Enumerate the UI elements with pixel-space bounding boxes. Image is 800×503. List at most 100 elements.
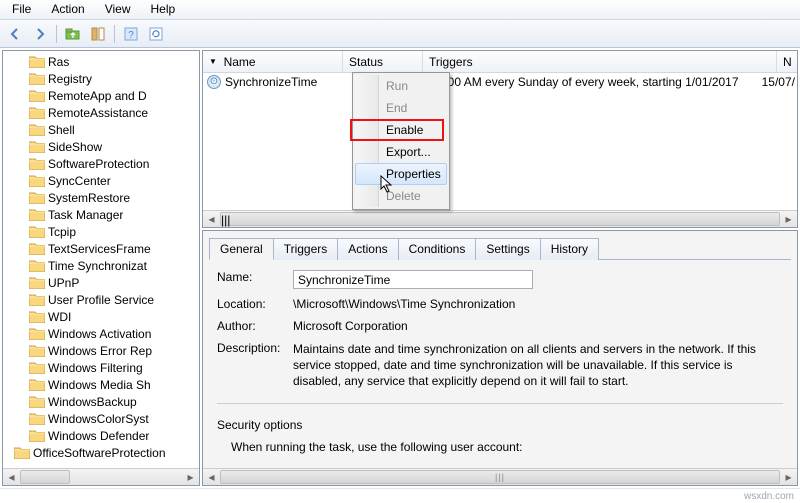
context-menu-run[interactable]: Run	[355, 75, 447, 97]
value-author: Microsoft Corporation	[293, 319, 783, 333]
menu-view[interactable]: View	[97, 1, 139, 18]
scrollbar-thumb[interactable]: |||	[220, 212, 780, 226]
tree-item-label: TextServicesFrame	[48, 242, 151, 256]
tree-item-label: User Profile Service	[48, 293, 154, 307]
scroll-grip-icon: |||	[221, 213, 779, 227]
tree-item[interactable]: Tcpip	[3, 223, 199, 240]
show-hide-tree-button[interactable]	[87, 23, 109, 45]
tree-item[interactable]: User Profile Service	[3, 291, 199, 308]
folder-icon	[29, 293, 45, 306]
up-folder-button[interactable]	[62, 23, 84, 45]
tab-history[interactable]: History	[540, 238, 599, 260]
tab-actions[interactable]: Actions	[337, 238, 398, 260]
tree-item[interactable]: RemoteApp and D	[3, 87, 199, 104]
tab-settings[interactable]: Settings	[475, 238, 540, 260]
tree-item[interactable]: Time Synchronizat	[3, 257, 199, 274]
tree-item-label: WindowsBackup	[48, 395, 137, 409]
menu-help[interactable]: Help	[143, 1, 184, 18]
column-n[interactable]: N	[777, 51, 797, 72]
scroll-right-icon[interactable]: ▸	[780, 211, 797, 227]
context-menu-end[interactable]: End	[355, 97, 447, 119]
tree-item[interactable]: WDI	[3, 308, 199, 325]
tree-item[interactable]: Ras	[3, 53, 199, 70]
menu-action[interactable]: Action	[43, 1, 92, 18]
label-name: Name:	[217, 270, 293, 284]
context-menu-enable[interactable]: Enable	[355, 119, 447, 141]
task-trigger: At 1:00 AM every Sunday of every week, s…	[423, 75, 755, 89]
task-detail-panel: General Triggers Actions Conditions Sett…	[202, 230, 798, 486]
context-menu-export[interactable]: Export...	[355, 141, 447, 163]
forward-button[interactable]	[29, 23, 51, 45]
scrollbar-thumb[interactable]	[20, 470, 70, 484]
tree-item[interactable]: SystemRestore	[3, 189, 199, 206]
tree-item-label: Windows Error Rep	[48, 344, 152, 358]
tree-item[interactable]: Task Manager	[3, 206, 199, 223]
folder-icon	[29, 72, 45, 85]
folder-icon	[29, 310, 45, 323]
folder-icon	[29, 123, 45, 136]
folder-icon	[29, 106, 45, 119]
column-triggers[interactable]: Triggers	[423, 51, 777, 72]
context-menu-properties[interactable]: Properties	[355, 163, 447, 185]
back-button[interactable]	[4, 23, 26, 45]
tree-item[interactable]: Windows Filtering	[3, 359, 199, 376]
task-name: SynchronizeTime	[225, 75, 343, 89]
folder-icon	[29, 378, 45, 391]
tree-item-label: WindowsColorSyst	[48, 412, 149, 426]
tree-item-label: Windows Defender	[48, 429, 149, 443]
folder-icon	[14, 446, 30, 459]
task-column-header: ▼ Name Status Triggers N	[203, 51, 797, 73]
tree-item-label: Tcpip	[48, 225, 76, 239]
tree-item-label: Shell	[48, 123, 75, 137]
scroll-left-icon[interactable]: ◂	[3, 469, 20, 485]
svg-text:?: ?	[128, 30, 134, 41]
tree-item[interactable]: SoftwareProtection	[3, 155, 199, 172]
tree-item[interactable]: Windows Defender	[3, 427, 199, 444]
toolbar-separator	[56, 25, 57, 43]
tree-item[interactable]: SyncCenter	[3, 172, 199, 189]
tree-item[interactable]: Windows Error Rep	[3, 342, 199, 359]
scroll-grip-icon: |||	[495, 472, 505, 482]
field-name[interactable]	[293, 270, 533, 289]
tree-item-label: Windows Media Sh	[48, 378, 151, 392]
tree-item[interactable]: Windows Media Sh	[3, 376, 199, 393]
tree-horizontal-scrollbar[interactable]: ◂ ▸	[3, 468, 199, 485]
column-name[interactable]: ▼ Name	[203, 51, 343, 72]
task-row[interactable]: ⊙ SynchronizeTime At 1:00 AM every Sunda…	[203, 73, 797, 91]
detail-horizontal-scrollbar[interactable]: ◂ ||| ▸	[203, 468, 797, 485]
tree-item[interactable]: RemoteAssistance	[3, 104, 199, 121]
refresh-button[interactable]	[145, 23, 167, 45]
tree-item[interactable]: WindowsColorSyst	[3, 410, 199, 427]
task-state-icon: ⊙	[207, 75, 221, 89]
tab-general[interactable]: General	[209, 238, 274, 260]
tree-item[interactable]: OfficeSoftwareProtection	[3, 444, 199, 461]
folder-icon	[29, 89, 45, 102]
tree-item[interactable]: Registry	[3, 70, 199, 87]
tree-item[interactable]: TextServicesFrame	[3, 240, 199, 257]
help-button[interactable]: ?	[120, 23, 142, 45]
tree-item[interactable]: WindowsBackup	[3, 393, 199, 410]
tree-item-label: Time Synchronizat	[48, 259, 147, 273]
security-running-user-label: When running the task, use the following…	[231, 440, 783, 454]
menu-file[interactable]: File	[4, 1, 39, 18]
scroll-right-icon[interactable]: ▸	[780, 469, 797, 485]
column-status[interactable]: Status	[343, 51, 423, 72]
scroll-left-icon[interactable]: ◂	[203, 469, 220, 485]
tab-triggers[interactable]: Triggers	[273, 238, 339, 260]
context-menu-delete[interactable]: Delete	[355, 185, 447, 207]
tree-item[interactable]: Windows Activation	[3, 325, 199, 342]
toolbar-separator	[114, 25, 115, 43]
folder-icon	[29, 395, 45, 408]
scrollbar-thumb[interactable]: |||	[220, 470, 780, 484]
scroll-left-icon[interactable]: ◂	[203, 211, 220, 227]
tab-conditions[interactable]: Conditions	[398, 238, 477, 260]
footer-watermark: wsxdn.com	[0, 488, 800, 503]
tree-item[interactable]: UPnP	[3, 274, 199, 291]
tree-item[interactable]: Shell	[3, 121, 199, 138]
task-list-horizontal-scrollbar[interactable]: ◂ ||| ▸	[203, 210, 797, 227]
scroll-right-icon[interactable]: ▸	[182, 469, 199, 485]
tree-item[interactable]: SideShow	[3, 138, 199, 155]
tree-item-label: SystemRestore	[48, 191, 130, 205]
folder-tree[interactable]: RasRegistryRemoteApp and DRemoteAssistan…	[3, 51, 199, 468]
tree-pane: RasRegistryRemoteApp and DRemoteAssistan…	[2, 50, 200, 486]
